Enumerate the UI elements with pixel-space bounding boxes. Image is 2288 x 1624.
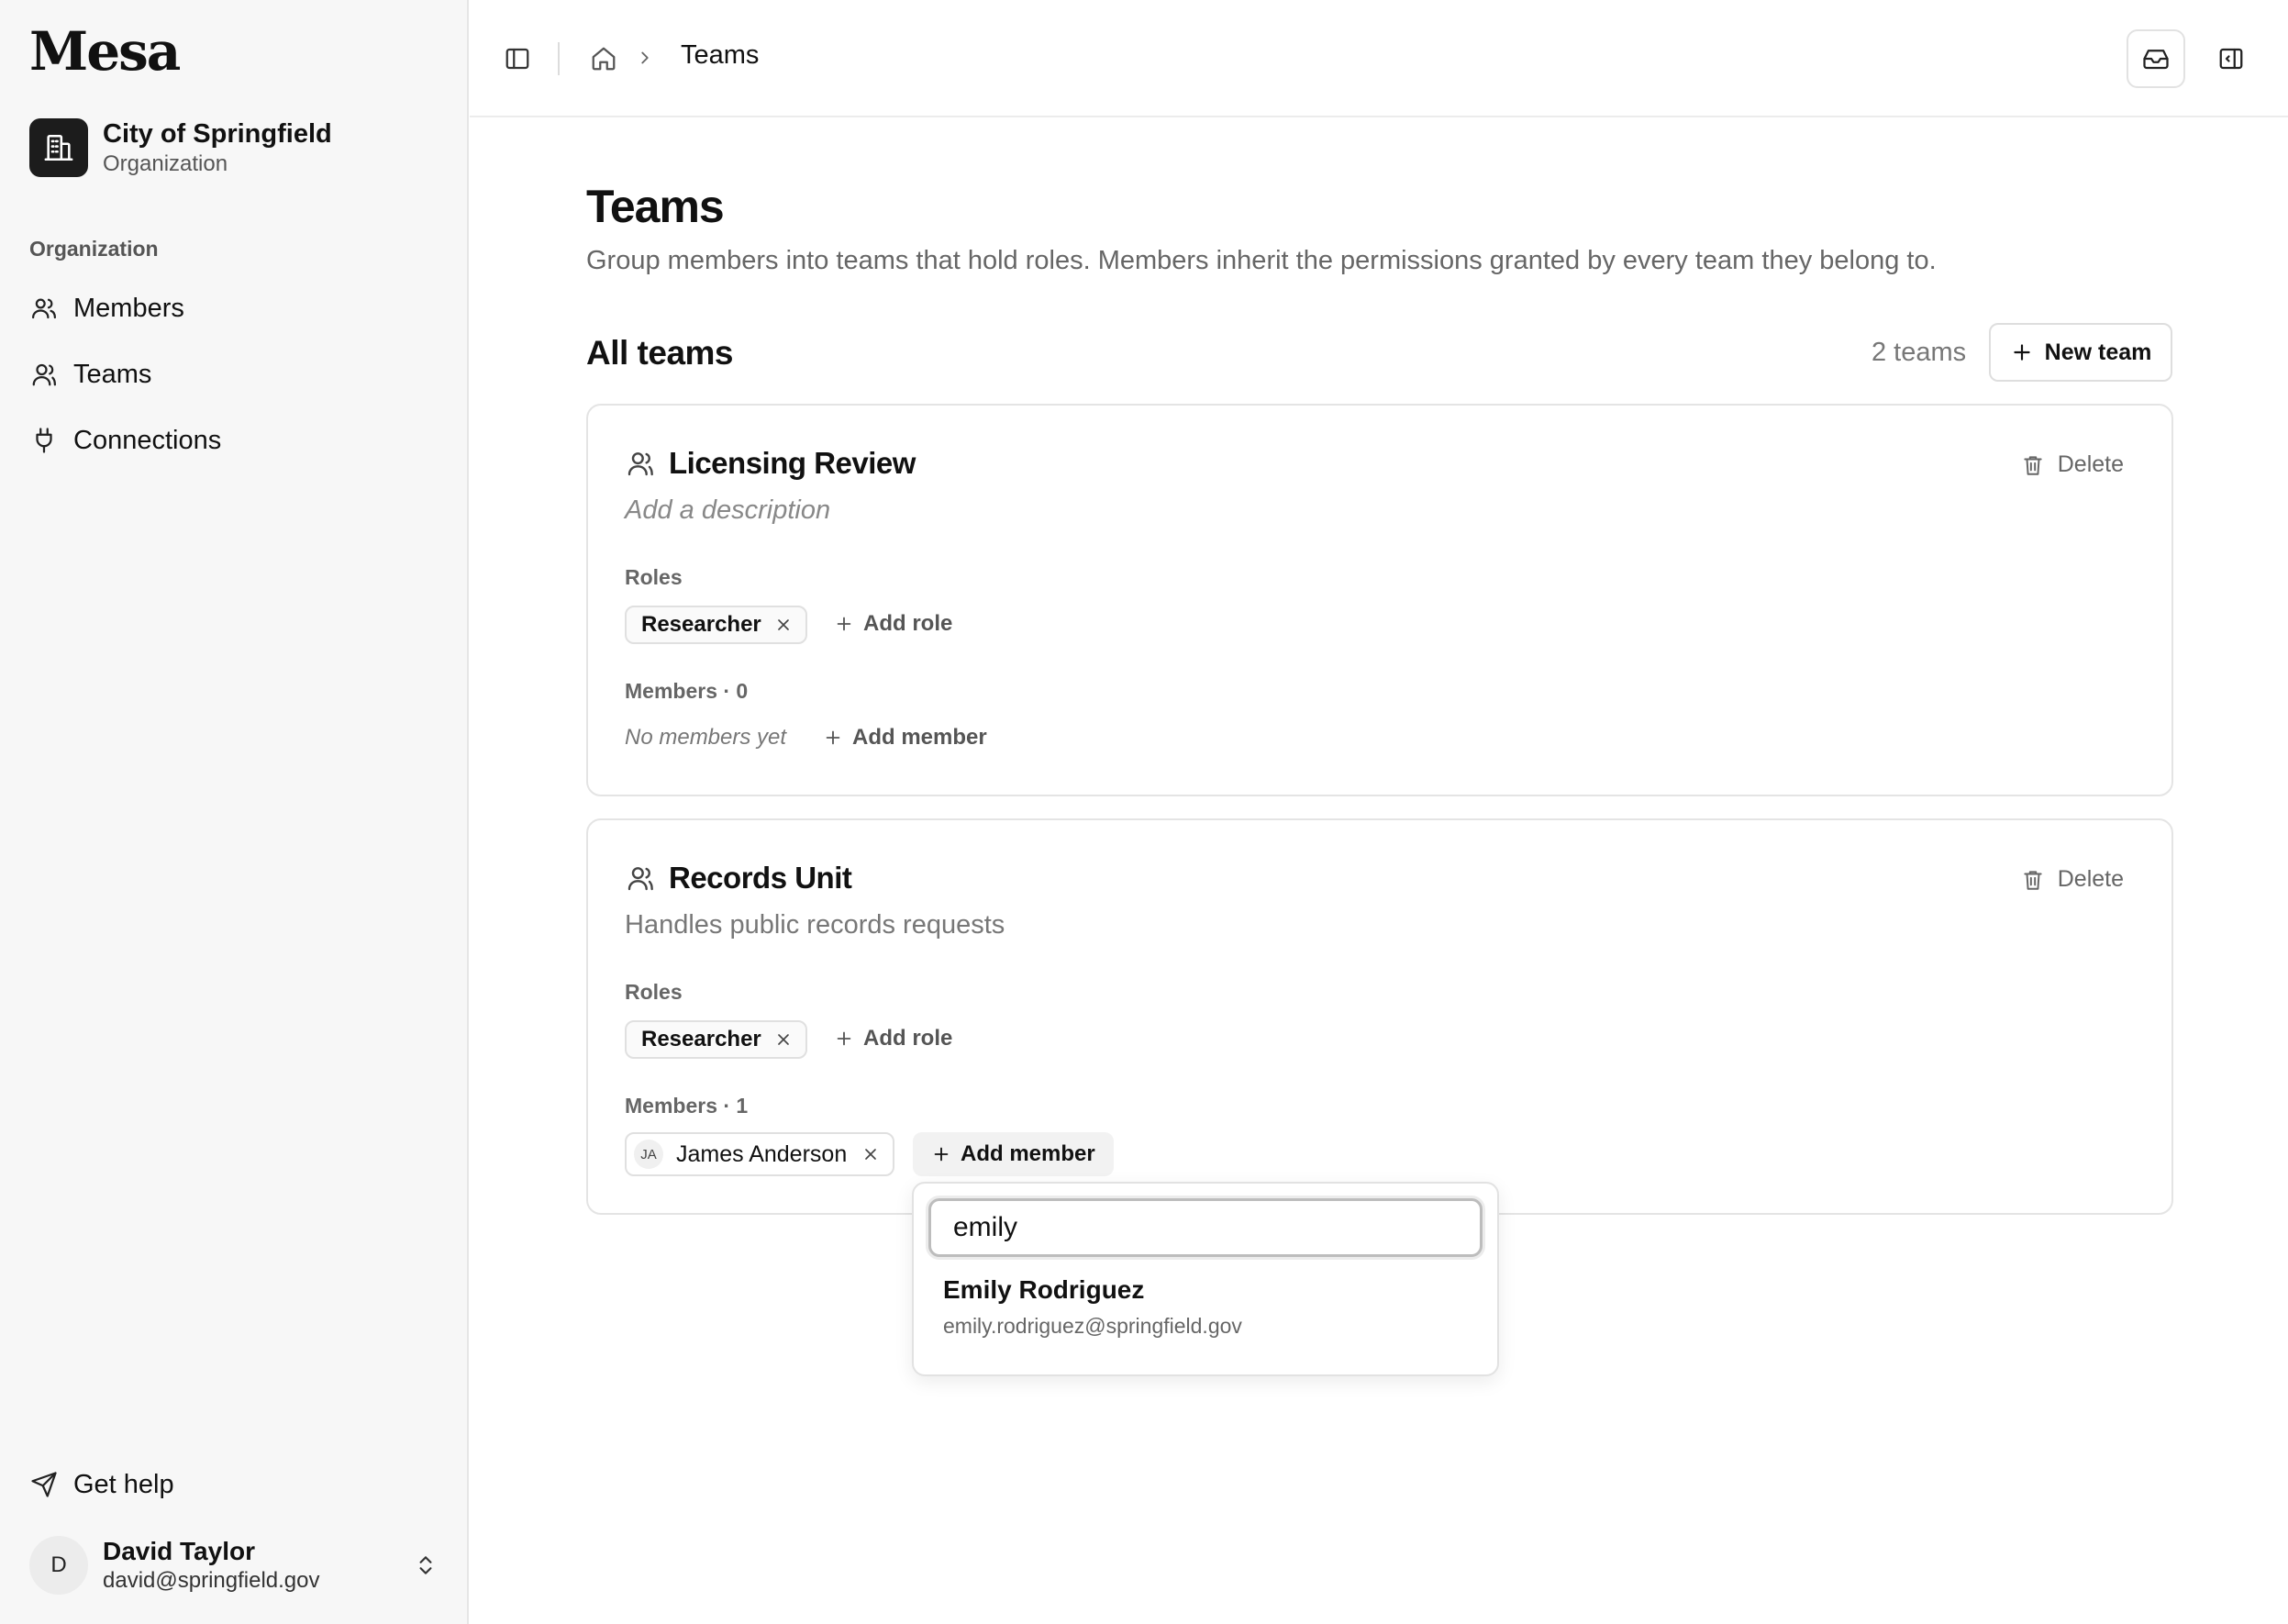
org-switcher[interactable]: City of Springfield Organization bbox=[29, 117, 332, 178]
page-description: Group members into teams that hold roles… bbox=[586, 246, 1937, 275]
team-icon bbox=[625, 448, 656, 479]
sidebar-item-connections[interactable]: Connections bbox=[29, 415, 442, 466]
plus-icon bbox=[2010, 340, 2034, 364]
users-icon bbox=[29, 294, 59, 323]
teams-count: 2 teams bbox=[1871, 338, 1967, 367]
page-title: Teams bbox=[586, 181, 725, 232]
trash-icon bbox=[2021, 868, 2045, 892]
plus-icon bbox=[834, 1029, 854, 1049]
delete-label: Delete bbox=[2057, 866, 2124, 892]
new-team-button[interactable]: New team bbox=[1989, 323, 2172, 382]
add-role-button[interactable]: Add role bbox=[834, 1026, 952, 1051]
add-role-label: Add role bbox=[863, 611, 953, 636]
avatar: JA bbox=[634, 1140, 663, 1169]
top-bar: Teams bbox=[470, 0, 2288, 117]
result-name: Emily Rodriguez bbox=[943, 1275, 1145, 1304]
app-logo[interactable]: Mesa bbox=[29, 20, 181, 83]
team-name[interactable]: Licensing Review bbox=[669, 446, 916, 481]
sidebar-toggle-icon[interactable] bbox=[499, 40, 536, 77]
plug-icon bbox=[29, 426, 59, 455]
sidebar: Mesa City of Springfield Organization Or… bbox=[0, 0, 469, 1624]
inbox-icon bbox=[2142, 45, 2170, 72]
section-title: All teams bbox=[586, 334, 734, 372]
user-name: David Taylor bbox=[103, 1537, 255, 1565]
user-email: david@springfield.gov bbox=[103, 1568, 320, 1593]
delete-team-button[interactable]: Delete bbox=[2021, 451, 2124, 478]
add-member-button[interactable]: Add member bbox=[823, 725, 987, 751]
remove-member-icon[interactable] bbox=[861, 1145, 880, 1163]
sidebar-item-label: Teams bbox=[73, 359, 152, 389]
team-icon bbox=[625, 862, 656, 894]
right-panel-toggle-icon[interactable] bbox=[2213, 40, 2249, 77]
trash-icon bbox=[2021, 453, 2045, 477]
new-team-label: New team bbox=[2044, 339, 2152, 365]
inbox-button[interactable] bbox=[2127, 29, 2185, 88]
add-member-label: Add member bbox=[961, 1141, 1095, 1166]
role-chip: Researcher bbox=[625, 1020, 807, 1059]
members-label: Members · 0 bbox=[625, 679, 749, 703]
member-search-input[interactable] bbox=[928, 1198, 1483, 1257]
sidebar-item-label: Members bbox=[73, 293, 184, 323]
org-type: Organization bbox=[103, 151, 228, 176]
member-search-result[interactable]: Emily Rodriguez emily.rodriguez@springfi… bbox=[914, 1275, 1497, 1363]
breadcrumb-current: Teams bbox=[681, 40, 760, 70]
empty-members-text: No members yet bbox=[625, 725, 787, 750]
chevron-right-icon bbox=[635, 44, 655, 72]
user-group-icon bbox=[29, 360, 59, 389]
member-chip: JA James Anderson bbox=[625, 1132, 895, 1176]
add-member-button[interactable]: Add member bbox=[913, 1132, 1114, 1176]
sidebar-item-label: Connections bbox=[73, 425, 222, 455]
toolbar-divider bbox=[558, 42, 560, 75]
send-icon bbox=[29, 1470, 59, 1499]
add-member-label: Add member bbox=[852, 725, 987, 750]
plus-icon bbox=[823, 728, 843, 748]
role-chip: Researcher bbox=[625, 606, 807, 644]
remove-role-icon[interactable] bbox=[774, 616, 793, 634]
role-name: Researcher bbox=[641, 612, 761, 637]
team-card: Records Unit Handles public records requ… bbox=[586, 818, 2173, 1215]
nav-section-label: Organization bbox=[29, 237, 159, 261]
sidebar-item-teams[interactable]: Teams bbox=[29, 349, 442, 400]
team-description[interactable]: Handles public records requests bbox=[625, 910, 1005, 940]
user-menu[interactable]: D David Taylor david@springfield.gov bbox=[29, 1534, 442, 1596]
building-icon bbox=[29, 118, 88, 177]
member-search-dropdown: Emily Rodriguez emily.rodriguez@springfi… bbox=[912, 1182, 1499, 1376]
roles-label: Roles bbox=[625, 980, 683, 1004]
home-icon[interactable] bbox=[585, 40, 622, 77]
add-role-label: Add role bbox=[863, 1026, 953, 1051]
get-help-link[interactable]: Get help bbox=[29, 1459, 174, 1510]
add-role-button[interactable]: Add role bbox=[834, 611, 952, 637]
delete-label: Delete bbox=[2057, 451, 2124, 477]
role-name: Researcher bbox=[641, 1027, 761, 1051]
plus-icon bbox=[931, 1144, 951, 1164]
delete-team-button[interactable]: Delete bbox=[2021, 866, 2124, 893]
sidebar-item-members[interactable]: Members bbox=[29, 283, 442, 334]
remove-role-icon[interactable] bbox=[774, 1030, 793, 1049]
team-name[interactable]: Records Unit bbox=[669, 861, 852, 895]
team-card: Licensing Review Add a description Delet… bbox=[586, 404, 2173, 796]
member-name: James Anderson bbox=[676, 1140, 848, 1167]
result-email: emily.rodriguez@springfield.gov bbox=[943, 1314, 1242, 1338]
members-label: Members · 1 bbox=[625, 1094, 749, 1118]
plus-icon bbox=[834, 614, 854, 634]
avatar: D bbox=[29, 1536, 88, 1595]
team-description-input[interactable]: Add a description bbox=[625, 495, 830, 526]
org-name: City of Springfield bbox=[103, 119, 332, 149]
chevrons-up-down-icon[interactable] bbox=[409, 1549, 442, 1582]
roles-label: Roles bbox=[625, 565, 683, 589]
get-help-label: Get help bbox=[73, 1469, 174, 1499]
